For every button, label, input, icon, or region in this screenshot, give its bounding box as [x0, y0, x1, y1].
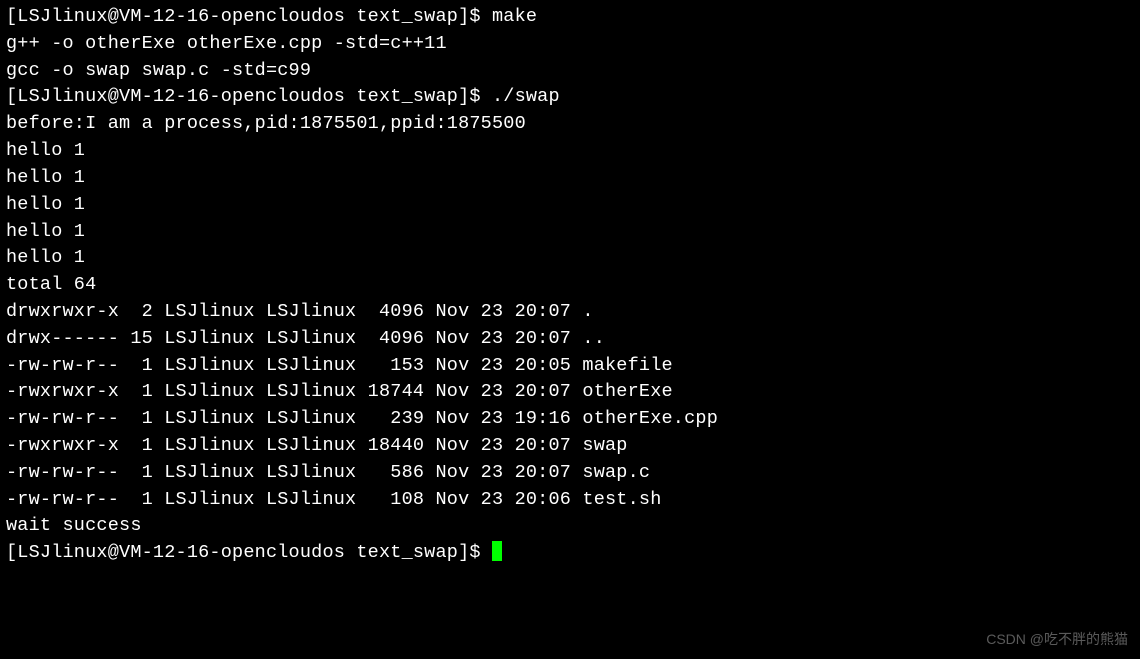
output-hello-3: hello 1 — [6, 219, 1134, 246]
ls-entry-7: -rw-rw-r-- 1 LSJlinux LSJlinux 108 Nov 2… — [6, 487, 1134, 514]
build-output-1: gcc -o swap swap.c -std=c99 — [6, 58, 1134, 85]
prompt-make: [LSJlinux@VM-12-16-opencloudos text_swap… — [6, 4, 1134, 31]
ls-entry-0: drwxrwxr-x 2 LSJlinux LSJlinux 4096 Nov … — [6, 299, 1134, 326]
ls-entry-2: -rw-rw-r-- 1 LSJlinux LSJlinux 153 Nov 2… — [6, 353, 1134, 380]
cursor-icon — [492, 541, 502, 561]
watermark-text: CSDN @吃不胖的熊猫 — [986, 629, 1128, 649]
terminal-output[interactable]: [LSJlinux@VM-12-16-opencloudos text_swap… — [6, 4, 1134, 567]
build-output-0: g++ -o otherExe otherExe.cpp -std=c++11 — [6, 31, 1134, 58]
output-wait: wait success — [6, 513, 1134, 540]
prompt-run: [LSJlinux@VM-12-16-opencloudos text_swap… — [6, 84, 1134, 111]
ls-entry-5: -rwxrwxr-x 1 LSJlinux LSJlinux 18440 Nov… — [6, 433, 1134, 460]
output-hello-1: hello 1 — [6, 165, 1134, 192]
ls-entry-3: -rwxrwxr-x 1 LSJlinux LSJlinux 18744 Nov… — [6, 379, 1134, 406]
ls-total: total 64 — [6, 272, 1134, 299]
ls-entry-1: drwx------ 15 LSJlinux LSJlinux 4096 Nov… — [6, 326, 1134, 353]
ls-entry-4: -rw-rw-r-- 1 LSJlinux LSJlinux 239 Nov 2… — [6, 406, 1134, 433]
ls-entry-6: -rw-rw-r-- 1 LSJlinux LSJlinux 586 Nov 2… — [6, 460, 1134, 487]
output-hello-4: hello 1 — [6, 245, 1134, 272]
prompt-current[interactable]: [LSJlinux@VM-12-16-opencloudos text_swap… — [6, 540, 1134, 567]
output-before: before:I am a process,pid:1875501,ppid:1… — [6, 111, 1134, 138]
output-hello-0: hello 1 — [6, 138, 1134, 165]
output-hello-2: hello 1 — [6, 192, 1134, 219]
